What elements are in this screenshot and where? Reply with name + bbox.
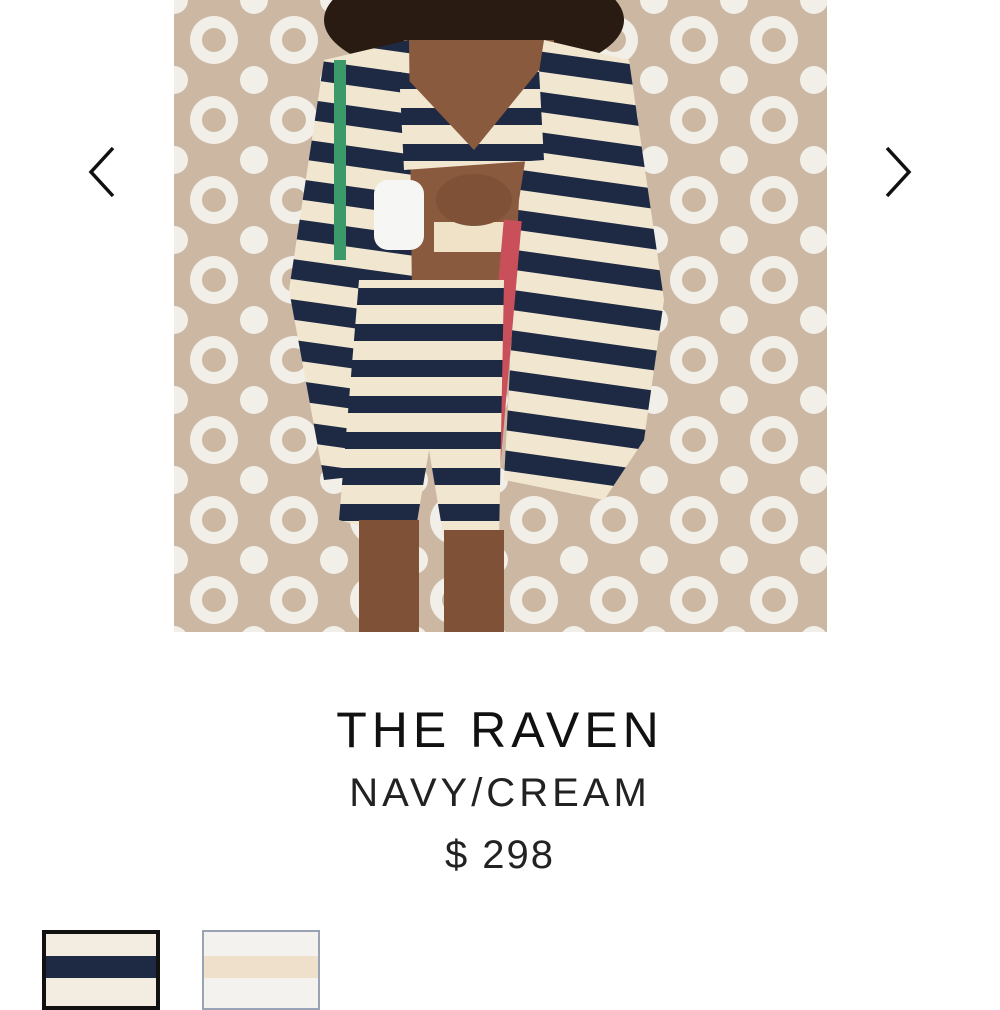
next-image-button[interactable]	[876, 140, 920, 204]
chevron-right-icon	[885, 146, 912, 198]
color-swatches	[42, 930, 320, 1010]
product-price: $ 298	[444, 833, 556, 877]
product-color: NAVY/CREAM	[349, 771, 651, 815]
product-info: THE RAVEN NAVY/CREAM $ 298	[0, 700, 1000, 880]
previous-image-button[interactable]	[80, 140, 124, 204]
swatch-cream[interactable]	[202, 930, 320, 1010]
chevron-left-icon	[88, 146, 115, 198]
product-title: THE RAVEN	[336, 702, 664, 758]
swatch-stripe	[204, 956, 318, 978]
product-gallery	[0, 0, 1000, 640]
swatch-stripe	[46, 956, 156, 978]
swatch-navy-cream[interactable]	[42, 930, 160, 1010]
product-image	[174, 0, 827, 632]
